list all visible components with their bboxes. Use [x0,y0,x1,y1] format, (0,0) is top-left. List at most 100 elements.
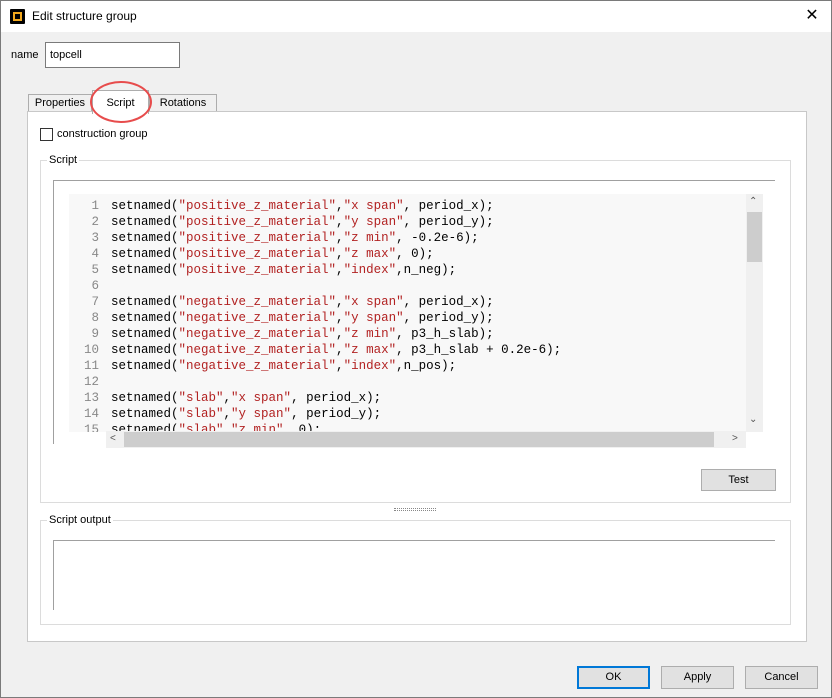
code-token: setnamed( [111,327,179,341]
code-area[interactable]: 1 setnamed("positive_z_material","x span"… [69,194,746,432]
code-text: setnamed("negative_z_material","x span",… [111,294,494,310]
code-line: 2 setnamed("positive_z_material","y span"… [69,214,494,230]
code-text: setnamed("positive_z_material","x span",… [111,198,494,214]
code-line: 10 setnamed("negative_z_material","z max"… [69,342,561,358]
name-input[interactable] [45,42,180,68]
line-number: 3 [91,231,99,245]
scroll-right-icon[interactable]: > [732,433,738,444]
code-token: , [336,263,344,277]
string-literal: "positive_z_material" [178,263,337,277]
vertical-scroll-thumb[interactable] [747,212,762,262]
code-text: setnamed("positive_z_material","index",n… [111,262,456,278]
code-token: , -0.2e-6); [396,231,479,245]
script-output-area[interactable] [53,540,775,610]
code-token: setnamed( [111,407,179,421]
string-literal: "z max" [343,343,397,357]
string-literal: "negative_z_material" [178,295,337,309]
line-number: 8 [91,311,99,325]
code-token: , period_x); [403,295,494,309]
code-token: setnamed( [111,311,179,325]
code-line: 13 setnamed("slab","x span", period_x); [69,390,381,406]
code-line: 1 setnamed("positive_z_material","x span"… [69,198,494,214]
string-literal: "positive_z_material" [178,247,337,261]
code-token: setnamed( [111,359,179,373]
code-token: setnamed( [111,263,179,277]
horizontal-scrollbar[interactable]: < > [106,431,746,448]
ok-button[interactable]: OK [577,666,650,689]
string-literal: "slab" [178,407,224,421]
code-text: setnamed("negative_z_material","z max", … [111,342,561,358]
code-token: , period_y); [403,311,494,325]
line-number: 13 [83,391,99,405]
line-number: 4 [91,247,99,261]
code-token: ,n_neg); [396,263,457,277]
splitter-handle[interactable] [394,508,436,511]
string-literal: "x span" [343,295,404,309]
highlight-circle [90,81,152,123]
string-literal: "slab" [178,391,224,405]
code-token: , [336,311,344,325]
code-token: , [336,231,344,245]
code-line: 7 setnamed("negative_z_material","x span"… [69,294,494,310]
vertical-scrollbar[interactable]: ⌃ ⌄ [746,194,763,432]
horizontal-scroll-thumb[interactable] [124,432,714,447]
construction-group-label: construction group [57,128,148,140]
line-number: 1 [91,199,99,213]
string-literal: "positive_z_material" [178,215,337,229]
name-label: name [11,49,39,61]
string-literal: "negative_z_material" [178,359,337,373]
scroll-down-icon[interactable]: ⌄ [749,414,757,425]
code-line: 8 setnamed("negative_z_material","y span"… [69,310,494,326]
string-literal: "negative_z_material" [178,311,337,325]
scroll-left-icon[interactable]: < [110,433,116,444]
string-literal: "y span" [343,311,404,325]
code-token: setnamed( [111,199,179,213]
code-text: setnamed("negative_z_material","z min", … [111,326,494,342]
test-button[interactable]: Test [701,469,776,491]
code-line: 4 setnamed("positive_z_material","z max",… [69,246,434,262]
code-token: , p3_h_slab); [396,327,494,341]
code-text: setnamed("slab","x span", period_x); [111,390,381,406]
string-literal: "z min" [343,231,397,245]
string-literal: "x span" [231,391,292,405]
script-editor[interactable]: 1 setnamed("positive_z_material","x span"… [53,180,775,448]
script-group-title: Script [47,154,80,166]
string-literal: "y span" [231,407,292,421]
line-number: 12 [83,375,99,389]
line-number: 5 [91,263,99,277]
string-literal: "y span" [343,215,404,229]
line-number: 11 [83,359,99,373]
line-number: 14 [83,407,99,421]
close-button[interactable]: ✕ [799,4,825,28]
code-text: setnamed("positive_z_material","y span",… [111,214,494,230]
code-line: 5 setnamed("positive_z_material","index",… [69,262,456,278]
apply-button[interactable]: Apply [661,666,734,689]
code-token: , [336,295,344,309]
code-token: , [223,407,232,421]
code-token: , period_x); [403,199,494,213]
string-literal: "negative_z_material" [178,327,337,341]
code-token: , [336,327,344,341]
code-text: setnamed("negative_z_material","index",n… [111,358,456,374]
string-literal: "index" [343,263,397,277]
line-number: 15 [83,423,99,432]
title-bar: Edit structure group ✕ [1,1,831,32]
code-token: , period_y); [403,215,494,229]
scroll-up-icon[interactable]: ⌃ [749,196,757,207]
code-token: , 0); [396,247,434,261]
line-number: 6 [91,279,99,293]
string-literal: "positive_z_material" [178,231,337,245]
line-number: 7 [91,295,99,309]
code-text: setnamed("positive_z_material","z max", … [111,246,434,262]
string-literal: "positive_z_material" [178,199,337,213]
cancel-button[interactable]: Cancel [745,666,818,689]
code-line: 6 [69,278,111,294]
code-line: 3 setnamed("positive_z_material","z min",… [69,230,479,246]
code-token: setnamed( [111,391,179,405]
construction-group-checkbox[interactable] [40,128,53,141]
string-literal: "negative_z_material" [178,343,337,357]
script-output-title: Script output [47,514,113,526]
line-number: 10 [83,343,99,357]
code-line: 14 setnamed("slab","y span", period_y); [69,406,381,422]
line-number: 2 [91,215,99,229]
